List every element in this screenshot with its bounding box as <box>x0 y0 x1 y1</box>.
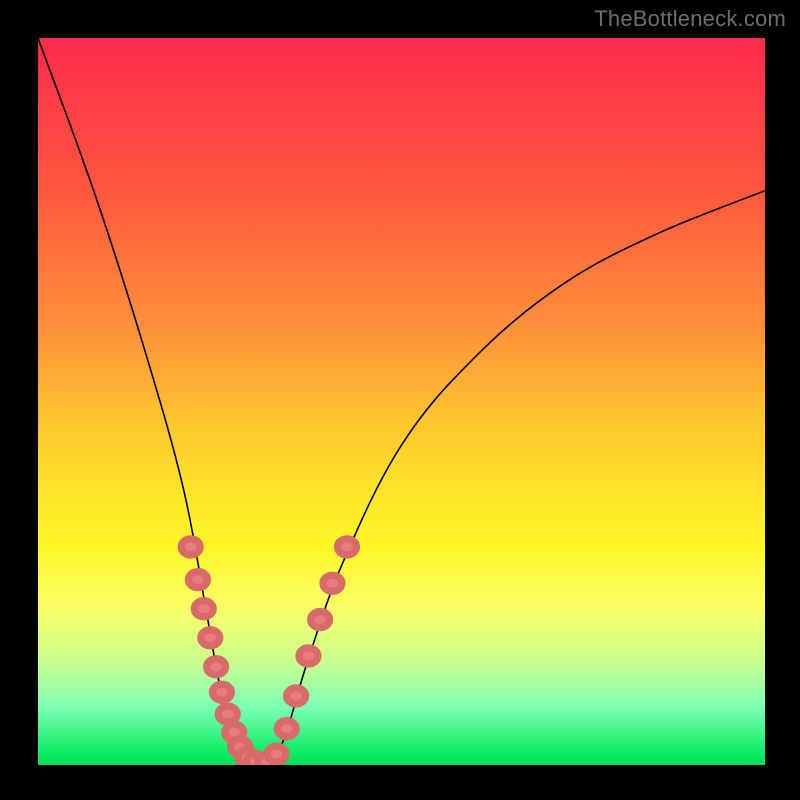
highlight-marker <box>188 572 207 588</box>
highlight-marker <box>201 630 220 646</box>
highlight-marker <box>311 612 330 628</box>
highlight-marker <box>212 684 231 700</box>
watermark-text: TheBottleneck.com <box>594 6 786 32</box>
chart-frame: TheBottleneck.com <box>0 0 800 800</box>
highlight-marker <box>338 539 357 555</box>
highlight-marker <box>218 706 237 722</box>
highlight-marker <box>194 601 213 617</box>
curve-left-branch <box>38 38 249 761</box>
plot-area <box>38 38 765 765</box>
highlight-marker <box>287 688 306 704</box>
highlight-marker <box>323 575 342 591</box>
highlight-markers <box>181 539 356 765</box>
highlight-marker <box>181 539 200 555</box>
highlight-marker <box>277 721 296 737</box>
curve-right-branch <box>271 191 765 762</box>
highlight-marker <box>267 746 286 762</box>
curve-layer <box>38 38 765 765</box>
highlight-marker <box>207 659 226 675</box>
highlight-marker <box>299 648 318 664</box>
